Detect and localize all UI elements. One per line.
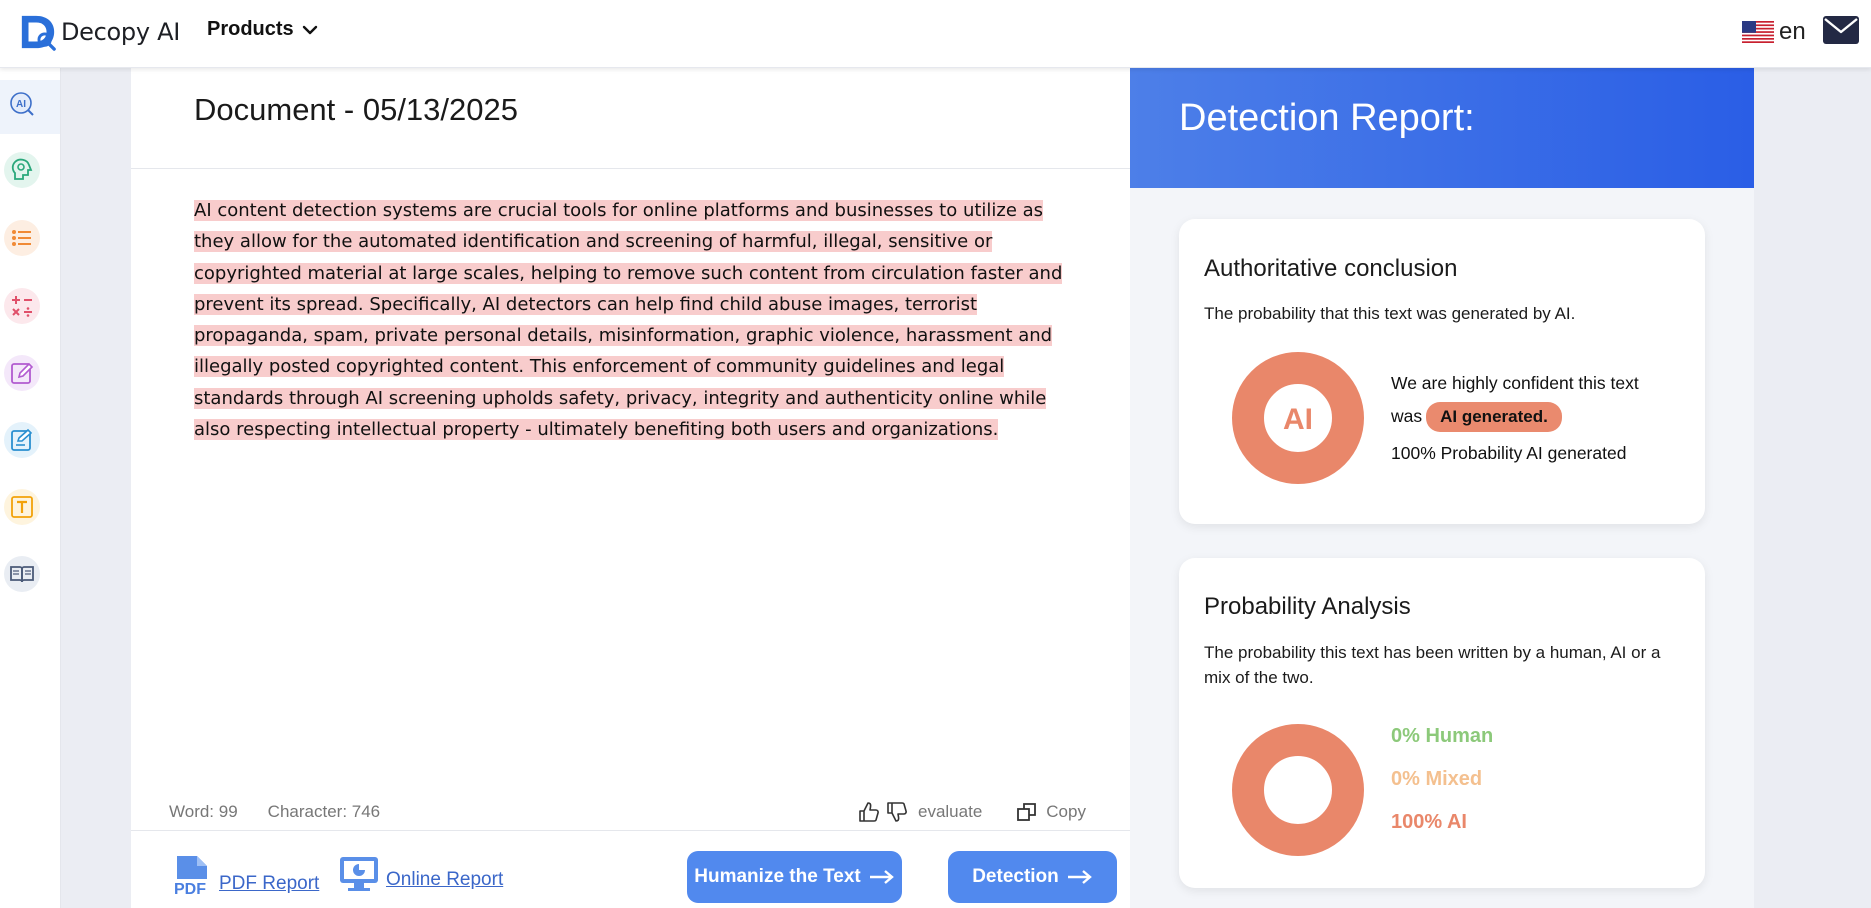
us-flag-icon [1742,21,1774,43]
detection-button[interactable]: Detection [948,851,1117,903]
online-report-label: Online Report [386,869,504,890]
humanize-label: Humanize the Text [694,866,861,887]
mail-icon[interactable] [1822,14,1860,46]
character-count: Character: 746 [267,802,381,821]
pdf-report-link[interactable]: PDF PDF Report [169,855,319,897]
legend-ai: 100% AI [1391,811,1467,833]
document-text[interactable]: AI content detection systems are crucial… [194,195,1084,445]
ai-segment [1232,724,1364,856]
evaluate-label: evaluate [918,802,983,821]
svg-text:AI: AI [16,99,26,110]
decopy-logo-icon [21,15,56,51]
report-title: Detection Report: [1179,97,1475,139]
confidence-line: We are highly confident this text [1391,373,1639,393]
donut-label: AI [1283,403,1313,436]
probability-text: 100% Probability AI generated [1391,443,1627,463]
arrow-right-icon [1067,870,1092,884]
title-divider [131,168,1130,169]
highlighted-line: copyrighted material at large scales, he… [194,262,1063,284]
sidebar-item-ai-detector[interactable]: AI [4,86,40,122]
report-header: Detection Report: [1130,68,1754,188]
legend-mixed: 0% Mixed [1391,768,1483,790]
conclusion-card: Authoritative conclusion The probability… [1179,219,1705,524]
pdf-report-label: PDF Report [219,873,320,894]
highlighted-line: propaganda, spam, private personal detai… [194,325,1053,347]
sidebar-item-calculator[interactable] [4,288,40,324]
document-panel: Document - 05/13/2025 AI content detecti… [131,68,1130,908]
thumbs-down-icon[interactable] [886,801,908,823]
sidebar-item-editor[interactable] [4,355,40,391]
thumbs-up-icon[interactable] [858,801,880,823]
highlighted-line: illegally posted copyrighted content. Th… [194,356,1005,378]
products-label: Products [207,18,294,40]
copy-icon [1017,803,1037,821]
legend-human: 0% Human [1391,725,1494,747]
highlighted-line: also respecting intellectual property - … [194,419,999,441]
pdf-icon: PDF [170,856,210,897]
sidebar-item-writer[interactable] [4,422,40,458]
copy-button[interactable]: Copy [1016,801,1086,823]
highlighted-line: prevent its spread. Specifically, AI det… [194,293,978,315]
analysis-title: Probability Analysis [1204,593,1411,620]
ai-probability-donut: AI [1232,352,1364,484]
highlighted-line: standards through AI screening upholds s… [194,387,1047,409]
analysis-subtitle: The probability this text has been writt… [1204,643,1661,687]
humanizer-icon [11,158,33,180]
top-bar: Decopy AI Products en [0,0,1871,68]
copy-label: Copy [1046,802,1086,821]
edit-icon [11,362,34,384]
products-menu[interactable]: Products [207,18,318,41]
humanize-button[interactable]: Humanize the Text [687,851,902,903]
svg-text:PDF: PDF [174,881,206,897]
monitor-icon [340,857,378,891]
word-count: Word: 99 [169,802,238,821]
conclusion-subtitle: The probability that this text was gener… [1204,304,1576,323]
brand-name: Decopy AI [61,18,180,46]
detection-label: Detection [972,866,1059,887]
detection-report-panel: Detection Report: Authoritative conclusi… [1130,68,1754,908]
probability-analysis-card: Probability Analysis The probability thi… [1179,558,1705,888]
book-icon [10,566,34,583]
document-actions: evaluate Copy [858,801,1086,823]
confidence-text: We are highly confident this text was AI … [1391,367,1681,470]
document-stats: Word: 99 Character: 746 [169,802,380,822]
arrow-right-icon [869,870,894,884]
language-selector[interactable]: en [1742,18,1806,46]
text-icon [11,496,33,518]
highlighted-line: they allow for the automated identificat… [194,231,993,253]
sidebar-item-text[interactable] [4,489,40,525]
list-icon [12,230,31,246]
calculator-icon [12,296,32,317]
document-title: Document - 05/13/2025 [194,92,518,127]
sidebar-item-reader[interactable] [4,556,40,592]
confidence-line-prefix: was [1391,406,1423,426]
ai-generated-badge: AI generated. [1426,402,1562,432]
probability-breakdown-donut [1232,724,1364,856]
footer-divider [131,830,1130,831]
language-label: en [1779,18,1806,45]
left-sidebar: AI [0,68,61,908]
sidebar-item-humanizer[interactable] [4,152,40,188]
document-edit-icon [11,428,33,451]
ai-detector-icon: AI [10,92,34,116]
online-report-link[interactable]: Online Report [338,855,503,893]
conclusion-title: Authoritative conclusion [1204,255,1458,282]
brand-logo[interactable]: Decopy AI [19,12,180,52]
highlighted-line: AI content detection systems are crucial… [194,200,1044,221]
chevron-down-icon [302,25,317,34]
sidebar-item-list[interactable] [4,220,40,256]
